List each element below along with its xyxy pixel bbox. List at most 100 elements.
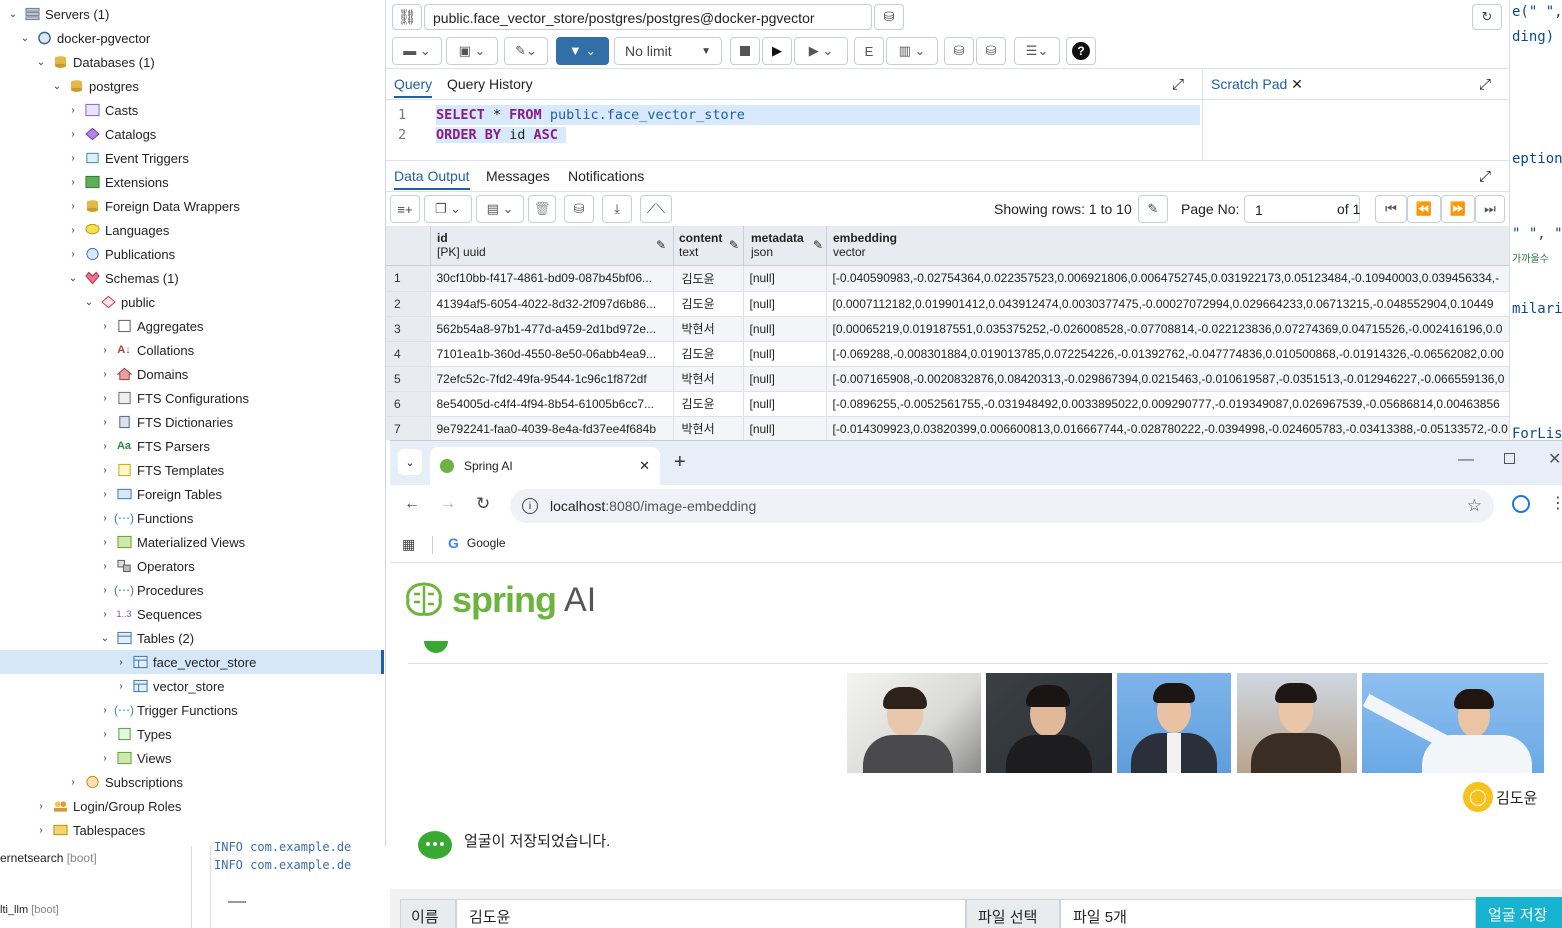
tree-node-extensions[interactable]: › Extensions [66, 170, 168, 194]
chevron-right-icon[interactable]: › [98, 609, 112, 620]
table-row[interactable]: 7 9e792241-faa0-4039-8e4a-fd37ee4f684b 박현서… [386, 416, 1509, 440]
filter-button[interactable]: ▼ ⌄ [556, 37, 609, 65]
content-cell[interactable]: 김도윤 [673, 341, 744, 367]
chevron-down-icon[interactable]: ⌄ [82, 297, 96, 308]
chevron-right-icon[interactable]: › [98, 753, 112, 764]
tab-scratch-pad[interactable]: Scratch Pad ✕ [1211, 76, 1303, 93]
tree-node-sequences[interactable]: › 1..3 Sequences [98, 602, 202, 626]
tree-node-vector-store[interactable]: › vector_store [114, 674, 224, 698]
tree-node-fts-dictionaries[interactable]: › FTS Dictionaries [98, 410, 233, 434]
chevron-right-icon[interactable]: › [66, 129, 80, 140]
column-header-metadata[interactable]: metadata json ✎ [743, 226, 827, 266]
tab-messages[interactable]: Messages [486, 168, 550, 184]
metadata-cell[interactable]: [null] [743, 316, 827, 342]
chevron-right-icon[interactable]: › [98, 345, 112, 356]
previous-page-button[interactable]: ⏪ [1407, 195, 1441, 223]
chevron-right-icon[interactable]: › [98, 729, 112, 740]
edit-button[interactable]: ✎⌄ [504, 37, 548, 65]
tree-node-operators[interactable]: › Operators [98, 554, 194, 578]
apps-grid-icon[interactable]: ▦ [402, 536, 415, 553]
chevron-right-icon[interactable]: › [66, 177, 80, 188]
name-input[interactable]: 김도윤 [456, 899, 966, 928]
refresh-button[interactable]: ↻ [1472, 4, 1502, 30]
chevron-right-icon[interactable]: › [66, 105, 80, 116]
stop-button[interactable] [730, 37, 760, 65]
profile-icon[interactable] [1512, 495, 1530, 513]
tree-node-functions[interactable]: › (⋯) Functions [98, 506, 193, 530]
id-cell[interactable]: 41394af5-6054-4022-8d32-2f097d6b86... [430, 291, 674, 317]
next-page-button[interactable]: ⏩ [1441, 195, 1475, 223]
new-connection-button[interactable]: ⛁ [874, 4, 904, 30]
browser-tab[interactable]: Spring AI ✕ [430, 447, 660, 485]
reload-button[interactable]: ↻ [476, 494, 490, 514]
graph-visualiser-button[interactable]: ⟋⟍ [640, 195, 672, 223]
chevron-right-icon[interactable]: › [98, 585, 112, 596]
execute-options-button[interactable]: ▶︎ ⌄ [794, 37, 848, 65]
chevron-right-icon[interactable]: › [98, 561, 112, 572]
tree-node-login-roles[interactable]: › Login/Group Roles [34, 794, 181, 818]
tree-node-foreign-tables[interactable]: › Foreign Tables [98, 482, 222, 506]
chevron-down-icon[interactable]: ⌄ [6, 9, 20, 20]
chevron-right-icon[interactable]: › [98, 369, 112, 380]
table-row[interactable]: 1 30cf10bb-f417-4861-bd09-087b45bf06... 김도… [386, 266, 1509, 292]
embedding-cell[interactable]: [-0.0896255,-0.0052561755,-0.031948492,0… [826, 391, 1509, 417]
metadata-cell[interactable]: [null] [743, 341, 827, 367]
content-cell[interactable]: 박현서 [673, 366, 744, 392]
tree-node-servers[interactable]: ⌄ Servers (1) [6, 2, 110, 26]
chevron-down-icon[interactable]: ⌄ [98, 633, 112, 644]
commit-button[interactable]: ⛁ [944, 37, 974, 65]
id-cell[interactable]: 30cf10bb-f417-4861-bd09-087b45bf06... [430, 266, 674, 292]
tree-node-schema-public[interactable]: ⌄ public [82, 290, 155, 314]
tab-query[interactable]: Query [394, 76, 433, 98]
tree-node-db[interactable]: ⌄ postgres [50, 74, 139, 98]
chevron-right-icon[interactable]: › [98, 489, 112, 500]
chevron-right-icon[interactable]: › [66, 249, 80, 260]
chevron-right-icon[interactable]: › [66, 153, 80, 164]
tree-node-subscriptions[interactable]: › Subscriptions [66, 770, 183, 794]
chevron-down-icon[interactable]: ⌄ [50, 81, 64, 92]
address-bar[interactable]: i localhost:8080/image-embedding ☆ [510, 489, 1494, 523]
content-cell[interactable]: 김도윤 [673, 266, 744, 292]
tab-search-button[interactable]: ⌄ [398, 449, 422, 475]
tree-node-aggregates[interactable]: › Aggregates [98, 314, 203, 338]
chevron-right-icon[interactable]: › [34, 801, 48, 812]
expand-icon[interactable]: ⤢ [1172, 76, 1184, 93]
tree-node-collations[interactable]: › A↓ Collations [98, 338, 194, 362]
macros-button[interactable]: ☰⌄ [1014, 37, 1060, 65]
tree-node-schemas[interactable]: ⌄ Schemas (1) [66, 266, 179, 290]
tab-notifications[interactable]: Notifications [568, 168, 644, 184]
last-page-button[interactable]: ⏭ [1475, 195, 1505, 223]
embedding-cell[interactable]: [0.0007112182,0.019901412,0.043912474,0.… [826, 291, 1509, 317]
edit-rows-button[interactable]: ✎ [1138, 195, 1168, 223]
save-face-button[interactable]: 얼굴 저장 [1476, 897, 1562, 928]
chevron-right-icon[interactable]: › [98, 441, 112, 452]
column-header-embedding[interactable]: embedding vector [826, 226, 1509, 266]
tree-node-casts[interactable]: › Casts [66, 98, 138, 122]
tree-node-types[interactable]: › Types [98, 722, 171, 746]
chevron-right-icon[interactable]: › [98, 705, 112, 716]
connection-status-button[interactable]: ⛓ [392, 4, 422, 30]
close-icon[interactable]: ✕ [1291, 76, 1303, 92]
metadata-cell[interactable]: [null] [743, 366, 827, 392]
save-data-button[interactable]: ⛁ [564, 195, 594, 223]
content-cell[interactable]: 김도윤 [673, 291, 744, 317]
id-cell[interactable]: 8e54005d-c4f4-4f94-8b54-61005b6cc7... [430, 391, 674, 417]
tab-data-output[interactable]: Data Output [394, 168, 470, 190]
embedding-cell[interactable]: [-0.069288,-0.008301884,0.019013785,0.07… [826, 341, 1509, 367]
help-button[interactable]: ? [1066, 37, 1096, 65]
content-cell[interactable]: 박현서 [673, 416, 744, 440]
id-cell[interactable]: 72efc52c-7fd2-49fa-9544-1c96c1f872df [430, 366, 674, 392]
chevron-right-icon[interactable]: › [34, 825, 48, 836]
tree-node-catalogs[interactable]: › Catalogs [66, 122, 156, 146]
site-info-icon[interactable]: i [522, 498, 538, 514]
id-cell[interactable]: 562b54a8-97b1-477d-a459-2d1bd972e... [430, 316, 674, 342]
embedding-cell[interactable]: [-0.007165908,-0.0020832876,0.08420313,-… [826, 366, 1509, 392]
chevron-right-icon[interactable]: › [66, 201, 80, 212]
metadata-cell[interactable]: [null] [743, 291, 827, 317]
chevron-down-icon[interactable]: ⌄ [18, 33, 32, 44]
close-window-button[interactable]: ✕ [1548, 449, 1561, 469]
tree-node-domains[interactable]: › Domains [98, 362, 188, 386]
tree-node-server[interactable]: ⌄ docker-pgvector [18, 26, 150, 50]
chevron-right-icon[interactable]: › [114, 681, 128, 692]
minimize-button[interactable]: — [1458, 451, 1474, 469]
